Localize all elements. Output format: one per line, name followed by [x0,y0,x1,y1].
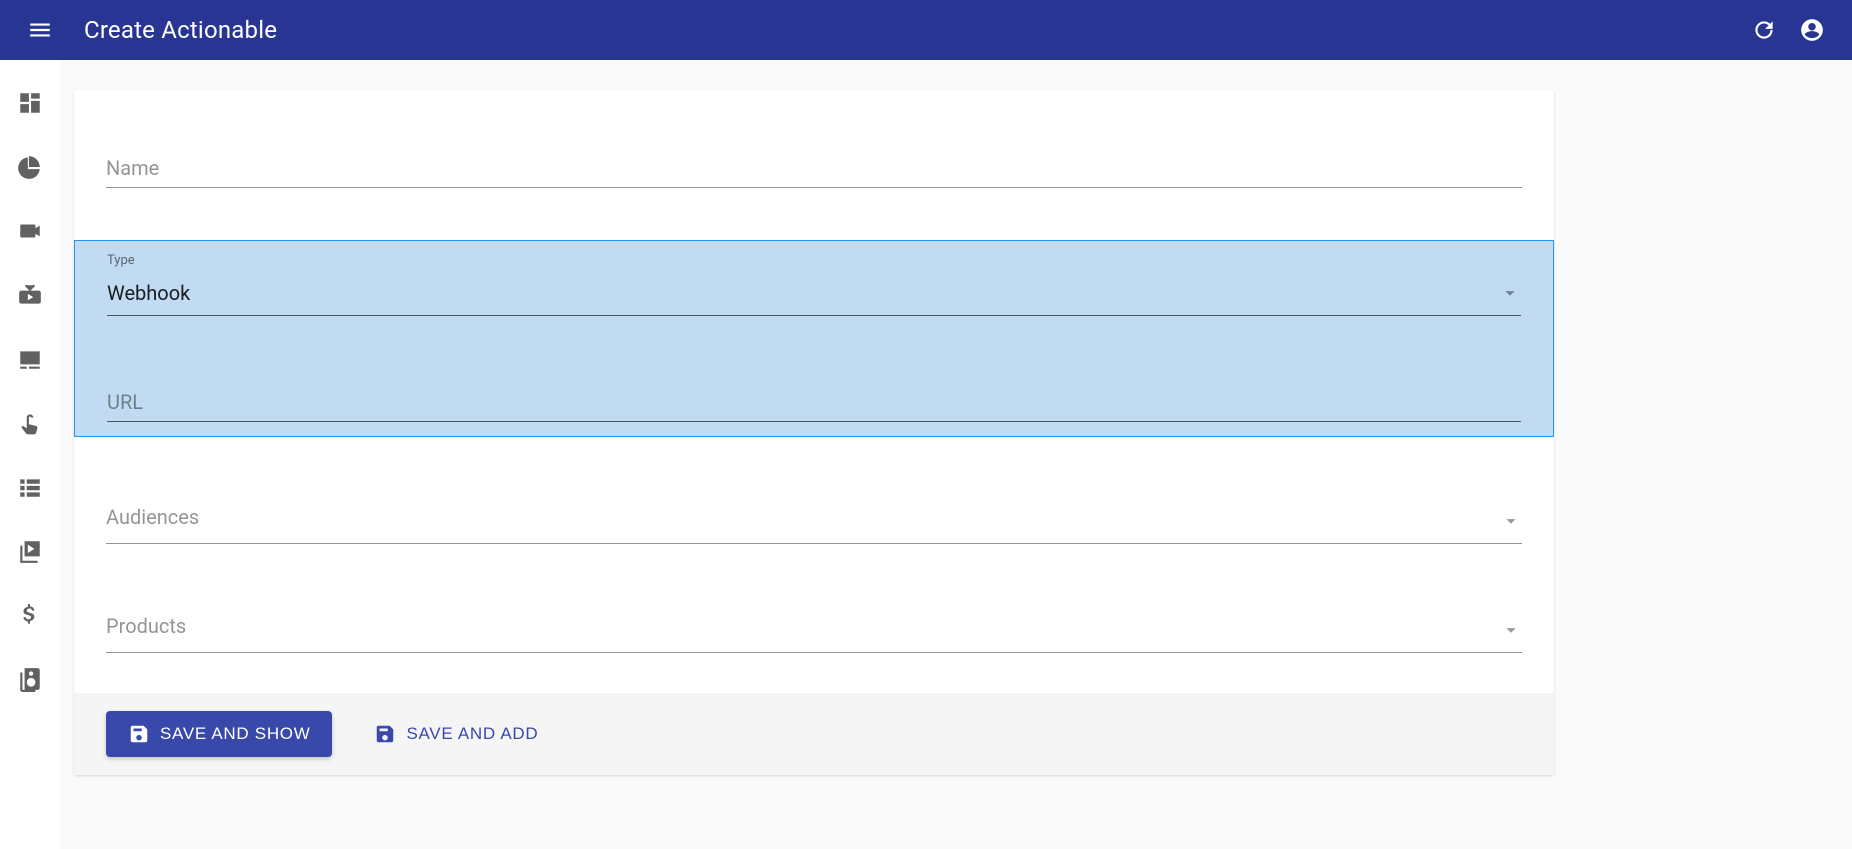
dropdown-icon [1500,619,1522,645]
save-icon [374,723,396,745]
refresh-button[interactable] [1740,6,1788,54]
subtitles-icon [17,346,43,372]
nav-billing[interactable] [10,600,50,630]
dropdown-icon [1499,282,1521,308]
type-field[interactable]: Type Webhook [107,259,1521,316]
type-label: Type [107,253,135,268]
nav-captions[interactable] [10,344,50,374]
main-content: Name Type Webhook [60,60,1852,849]
nav-dashboard[interactable] [10,88,50,118]
save-and-add-button[interactable]: SAVE AND ADD [352,711,560,757]
audiences-field[interactable]: Audiences [106,487,1522,544]
hamburger-icon [27,17,53,43]
dropdown-icon [1500,510,1522,536]
url-input[interactable] [107,388,1521,421]
nav-library[interactable] [10,536,50,566]
appbar: Create Actionable [0,0,1852,60]
card-actions: SAVE AND SHOW SAVE AND ADD [74,693,1554,775]
create-actionable-card: Name Type Webhook [74,90,1554,775]
nav-rail [0,60,60,849]
nav-videos[interactable] [10,216,50,246]
dashboard-icon [17,90,43,116]
type-value: Webhook [107,281,1499,309]
dollar-icon [17,602,43,628]
video-library-icon [17,538,43,564]
pie-chart-icon [17,154,43,180]
nav-analytics[interactable] [10,152,50,182]
menu-button[interactable] [16,6,64,54]
list-icon [17,474,43,500]
video-icon [17,218,43,244]
save-and-show-button[interactable]: SAVE AND SHOW [106,711,332,757]
speaker-icon [17,666,43,692]
name-input[interactable] [106,154,1522,187]
page-title: Create Actionable [84,16,277,44]
save-and-show-label: SAVE AND SHOW [160,724,310,744]
live-tv-icon [17,282,43,308]
touch-icon [17,410,43,436]
account-button[interactable] [1788,6,1836,54]
type-config-panel: Type Webhook URL [74,240,1554,437]
url-field[interactable]: URL [107,372,1521,422]
save-and-add-label: SAVE AND ADD [406,724,538,744]
account-circle-icon [1799,17,1825,43]
nav-live[interactable] [10,280,50,310]
save-icon [128,723,150,745]
name-field[interactable]: Name [106,138,1522,188]
nav-interactions[interactable] [10,408,50,438]
audiences-value [106,521,1500,525]
products-field[interactable]: Products [106,596,1522,653]
refresh-icon [1751,17,1777,43]
products-value [106,630,1500,634]
nav-devices[interactable] [10,664,50,694]
nav-lists[interactable] [10,472,50,502]
